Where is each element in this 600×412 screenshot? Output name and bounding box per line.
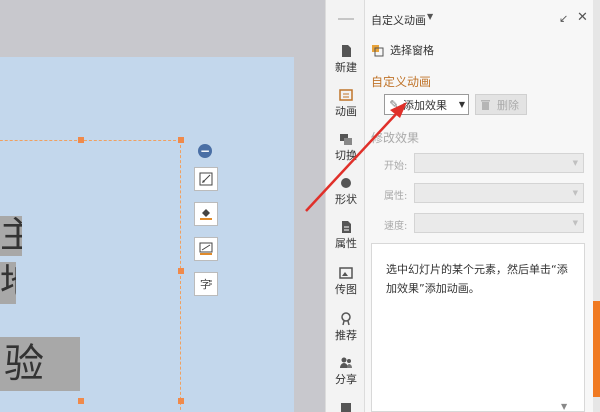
tab-animation[interactable]: 动画 <box>326 84 366 126</box>
shape-icon <box>341 178 351 188</box>
tab-label: 新建 <box>335 61 357 74</box>
collapse-toolbar-icon[interactable]: − <box>198 144 212 158</box>
chevron-down-icon: ▼ <box>458 100 465 109</box>
resize-handle[interactable] <box>78 137 84 143</box>
tab-label: 传图 <box>335 283 357 296</box>
delete-label: 删除 <box>497 98 519 112</box>
fill-color-button[interactable] <box>194 202 218 226</box>
upload-image-icon <box>339 267 353 279</box>
outline-icon <box>199 242 213 255</box>
tab-label: 切换 <box>335 149 357 162</box>
start-select[interactable]: ▼ <box>414 153 584 173</box>
tab-label: 属性 <box>335 237 357 250</box>
tab-recommend[interactable]: 推荐 <box>326 308 366 350</box>
tab-label: 分享 <box>335 373 357 386</box>
outline-button[interactable] <box>194 237 218 261</box>
add-effect-button[interactable]: ✎ 添加效果 ▼ <box>384 94 469 115</box>
resize-handle[interactable] <box>78 398 84 404</box>
hint-text: 选中幻灯片的某个元素，然后单击“添加效果”添加动画。 <box>386 263 568 295</box>
animation-list[interactable]: 选中幻灯片的某个元素，然后单击“添加效果”添加动画。 <box>371 243 585 412</box>
pencil-icon: ✎ <box>389 98 399 111</box>
chevron-down-icon: ▼ <box>572 219 578 227</box>
section-heading: 自定义动画 <box>371 75 432 89</box>
resize-handle[interactable] <box>178 137 184 143</box>
shape-style-button[interactable] <box>194 167 218 191</box>
property-label: 属性: <box>384 191 408 202</box>
tab-new[interactable]: 新建 <box>326 40 366 82</box>
delete-button[interactable]: 删除 <box>475 94 527 115</box>
share-icon <box>340 357 352 368</box>
tab-more[interactable] <box>326 396 366 412</box>
speed-select[interactable]: ▼ <box>414 213 584 233</box>
trash-icon <box>481 99 490 110</box>
panel-title[interactable]: 自定义动画 <box>371 12 426 28</box>
custom-animation-panel: 自定义动画 ▼ ↙ ✕ 选择窗格 自定义动画 ✎ 添加效果 ▼ 删除 修改效果 … <box>365 0 593 412</box>
edit-shape-icon <box>199 172 213 186</box>
tab-label: 动画 <box>335 105 357 118</box>
pin-icon[interactable]: ↙ <box>559 12 568 25</box>
selection-pane-icon <box>372 44 384 56</box>
tab-shape[interactable]: 形状 <box>326 172 366 214</box>
toolbox-icon <box>341 403 351 412</box>
tab-label: 推荐 <box>335 329 357 342</box>
chevron-down-icon: ▼ <box>572 189 578 197</box>
paint-bucket-icon <box>200 209 212 220</box>
chevron-down-icon[interactable]: ▼ <box>427 12 433 21</box>
add-effect-label: 添加效果 <box>403 98 447 112</box>
tab-share[interactable]: 分享 <box>326 352 366 394</box>
modify-effect-heading: 修改效果 <box>371 131 420 145</box>
tab-upload-image[interactable]: 传图 <box>326 262 366 304</box>
text-format-icon: 字 <box>200 277 212 291</box>
animation-icon <box>339 89 353 101</box>
tab-label: 形状 <box>335 193 357 206</box>
select-pane-link[interactable]: 选择窗格 <box>371 42 434 58</box>
property-select[interactable]: ▼ <box>414 183 584 203</box>
new-doc-icon <box>342 45 351 57</box>
selection-box[interactable] <box>0 140 181 412</box>
text-wrap-button[interactable]: 字 <box>194 272 218 296</box>
tab-transition[interactable]: 切换 <box>326 128 366 170</box>
properties-icon <box>342 221 351 233</box>
close-icon[interactable]: ✕ <box>577 10 588 25</box>
slide-canvas: 主 地 验 − 字 <box>0 0 325 412</box>
scroll-down-icon[interactable]: ▼ <box>561 402 567 411</box>
resize-handle[interactable] <box>178 398 184 404</box>
task-pane-tabs: 新建 动画 切换 形状 属性 传图 推荐 分享 <box>325 0 365 412</box>
strip-grip <box>338 18 354 20</box>
resize-handle[interactable] <box>178 268 184 274</box>
recommend-icon <box>341 312 351 326</box>
chevron-down-icon: ▼ <box>572 159 578 167</box>
start-label: 开始: <box>384 161 408 172</box>
select-pane-label: 选择窗格 <box>390 44 434 57</box>
speed-label: 速度: <box>384 221 408 232</box>
tab-properties[interactable]: 属性 <box>326 216 366 258</box>
panel-collapse-tab[interactable] <box>593 301 600 397</box>
transition-icon <box>340 134 352 145</box>
